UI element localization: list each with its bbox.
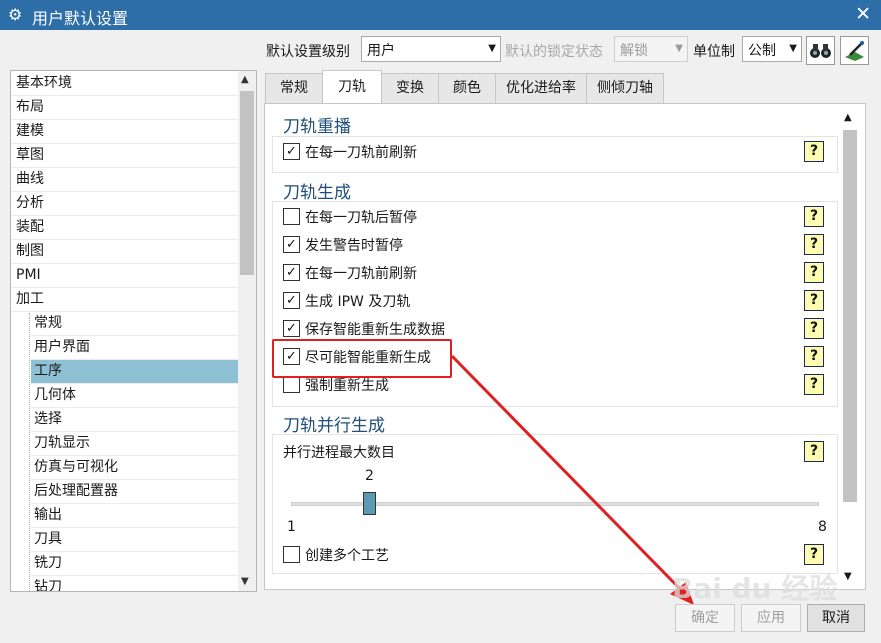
ok-button[interactable]: 确定 [675, 604, 735, 632]
annotation-arrow [450, 354, 694, 605]
watermark: Bai du 经验 [672, 572, 838, 605]
apply-button[interactable]: 应用 [741, 604, 801, 632]
cancel-button[interactable]: 取消 [807, 604, 865, 632]
